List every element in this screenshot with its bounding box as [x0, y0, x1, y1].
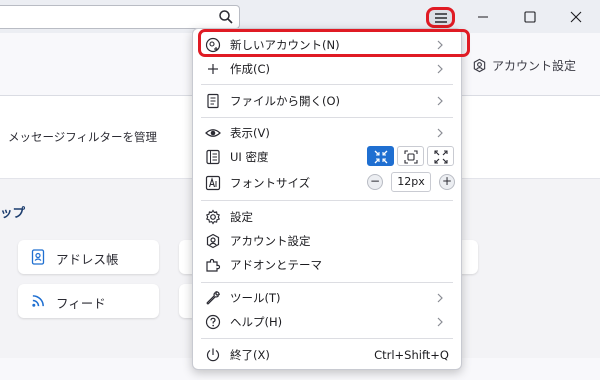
density-icon: [206, 149, 220, 165]
plus-icon: [208, 64, 218, 74]
menu-separator: [201, 282, 453, 283]
menu-separator: [201, 84, 453, 85]
tile-partial[interactable]: [179, 284, 193, 318]
menu-item-label: 作成(C): [230, 62, 271, 76]
menu-item-create[interactable]: 作成(C): [201, 57, 453, 81]
menu-item-view[interactable]: 表示(V): [201, 121, 453, 145]
close-icon: [570, 11, 582, 23]
gear-icon: [206, 209, 220, 225]
menu-item-label: フォントサイズ: [230, 176, 311, 190]
address-book-label: アドレス帳: [56, 252, 119, 267]
menu-item-new-account[interactable]: 新しいアカウント(N): [198, 29, 470, 57]
search-input[interactable]: [0, 5, 240, 29]
chevron-right-icon: [437, 96, 443, 106]
puzzle-icon: [206, 258, 221, 272]
rss-feed-icon: [32, 295, 44, 307]
menu-item-label: 終了(X): [230, 348, 270, 362]
menu-item-label: アカウント設定: [230, 234, 311, 248]
font-size-decrease-button[interactable]: −: [367, 174, 383, 190]
menu-separator: [201, 338, 453, 339]
feed-tile[interactable]: フィード: [18, 284, 159, 318]
minimize-icon: [478, 16, 488, 18]
menu-separator: [201, 200, 453, 201]
density-normal-button[interactable]: [397, 146, 424, 166]
density-compact-button[interactable]: [367, 146, 394, 166]
account-settings-label: アカウント設定: [492, 59, 577, 73]
address-book-icon: [31, 249, 45, 265]
chevron-right-icon: [437, 40, 443, 50]
maximize-button[interactable]: [507, 4, 553, 30]
hamburger-icon: [435, 13, 447, 23]
menu-item-label: UI 密度: [230, 150, 269, 164]
font-size-value: 12px: [391, 172, 431, 192]
new-account-icon: [205, 37, 221, 53]
account-settings-icon: [206, 233, 220, 249]
maximize-icon: [524, 11, 536, 23]
chevron-right-icon: [437, 64, 443, 74]
chevron-right-icon: [437, 293, 443, 303]
tile-partial-right[interactable]: [460, 240, 478, 274]
menu-item-label: ツール(T): [230, 291, 281, 305]
font-size-icon: [205, 175, 221, 191]
menu-item-ui-density: UI 密度: [201, 145, 454, 169]
menu-separator: [201, 117, 453, 118]
chevron-right-icon: [437, 128, 443, 138]
tile-partial[interactable]: [179, 240, 193, 274]
power-icon: [206, 348, 220, 362]
menu-item-open-file[interactable]: ファイルから開く(O): [201, 89, 453, 113]
menu-item-label: 設定: [230, 210, 253, 224]
chevron-right-icon: [437, 317, 443, 327]
menu-item-help[interactable]: ヘルプ(H): [201, 310, 453, 334]
menu-item-font-size: フォントサイズ − 12px +: [201, 171, 455, 195]
address-book-tile[interactable]: アドレス帳: [18, 240, 159, 274]
search-icon[interactable]: [218, 9, 234, 25]
app-menu-button[interactable]: [426, 7, 455, 28]
menu-item-quit[interactable]: 終了(X) Ctrl+Shift+Q: [201, 343, 453, 367]
menu-item-label: アドオンとテーマ: [230, 258, 322, 272]
app-menu-panel: 新しいアカウント(N) 作成(C) ファイルから開く(O) 表示(V) UI 密…: [192, 28, 470, 370]
manage-filters-link[interactable]: メッセージフィルターを管理: [8, 129, 157, 145]
open-file-icon: [207, 93, 219, 109]
minimize-button[interactable]: [460, 4, 506, 30]
feed-label: フィード: [56, 296, 106, 311]
section-heading: ップ: [0, 205, 26, 220]
menu-item-label: 新しいアカウント(N): [230, 38, 340, 52]
font-size-increase-button[interactable]: +: [439, 174, 455, 190]
menu-item-account-settings[interactable]: アカウント設定: [201, 229, 453, 253]
menu-item-shortcut: Ctrl+Shift+Q: [374, 348, 449, 362]
account-settings-link[interactable]: アカウント設定: [472, 56, 576, 76]
density-touch-button[interactable]: [427, 146, 454, 166]
density-touch-icon: [434, 150, 448, 164]
menu-item-label: 表示(V): [230, 126, 270, 140]
menu-item-tools[interactable]: ツール(T): [201, 286, 453, 310]
density-compact-icon: [374, 150, 388, 164]
menu-item-addons-themes[interactable]: アドオンとテーマ: [201, 253, 453, 277]
menu-item-label: ファイルから開く(O): [230, 94, 341, 108]
close-button[interactable]: [553, 4, 599, 30]
menu-item-label: ヘルプ(H): [230, 315, 283, 329]
eye-icon: [205, 129, 221, 137]
wrench-icon: [206, 291, 220, 305]
help-icon: [205, 314, 221, 330]
density-normal-icon: [404, 150, 418, 164]
menu-item-settings[interactable]: 設定: [201, 205, 453, 229]
account-settings-icon: [473, 58, 486, 73]
